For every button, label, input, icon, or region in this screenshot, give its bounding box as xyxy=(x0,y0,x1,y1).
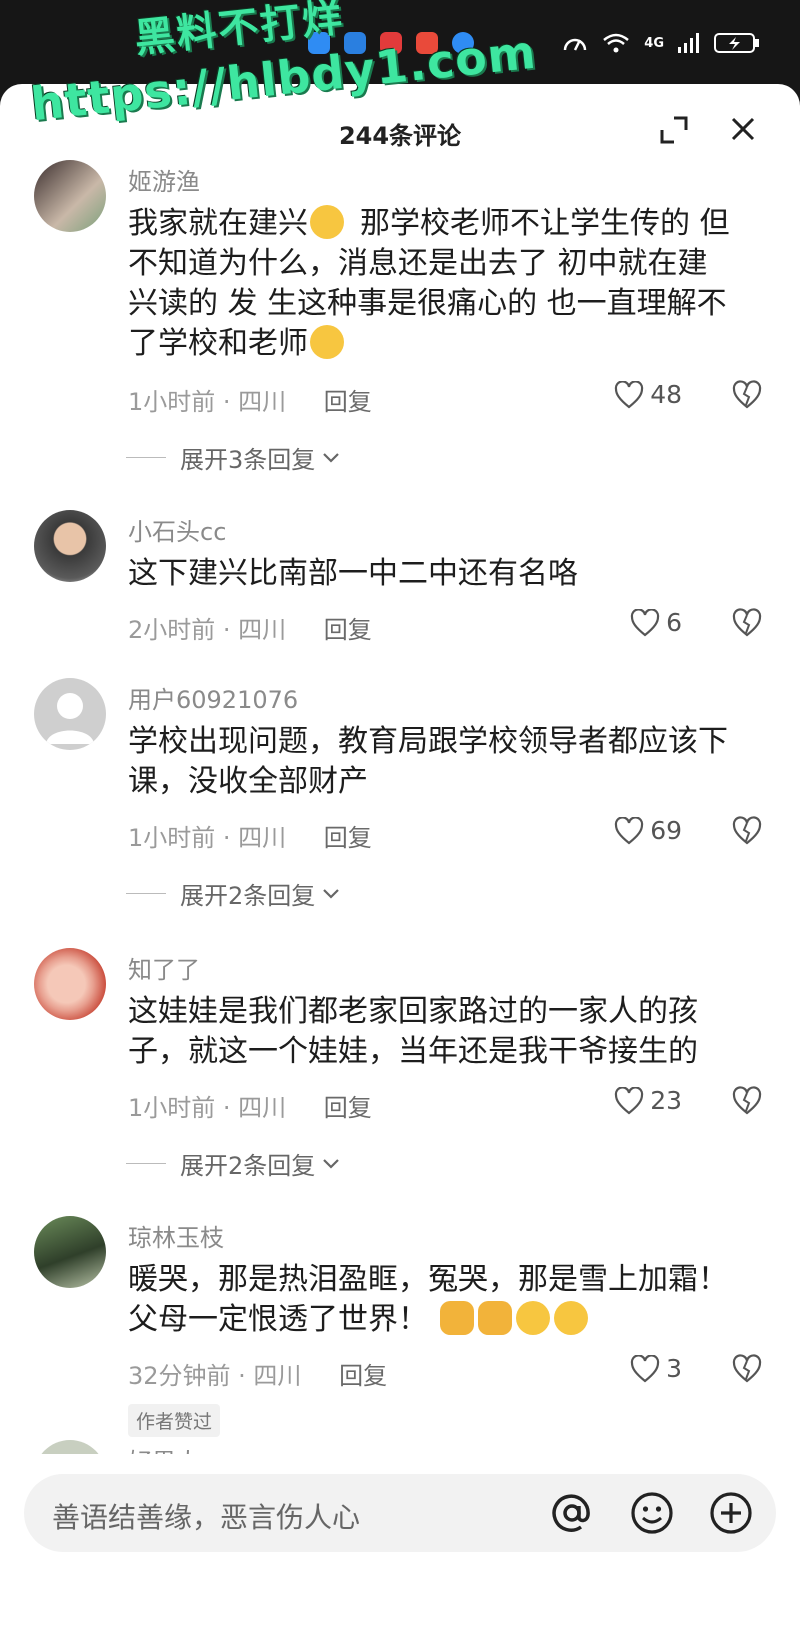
expand-replies-label: 展开3条回复 xyxy=(180,446,316,474)
avatar[interactable] xyxy=(34,1440,106,1454)
like-button[interactable]: 23 xyxy=(614,1086,682,1115)
chevron-down-icon xyxy=(323,1158,340,1169)
wifi-icon xyxy=(603,33,630,53)
comment-line: 这娃娃是我们都老家回家路过的一家人的孩 xyxy=(128,994,698,1029)
comment-line: 课，没收全部财产 xyxy=(128,764,368,799)
like-count: 48 xyxy=(650,380,682,409)
avatar[interactable] xyxy=(34,678,106,750)
comment-meta: 32分钟前 · 四川 回复 xyxy=(128,1356,387,1391)
like-button[interactable]: 6 xyxy=(630,608,682,637)
expand-replies-label: 展开2条回复 xyxy=(180,1152,316,1180)
avatar[interactable] xyxy=(34,1216,106,1288)
divider xyxy=(126,457,166,458)
smirk-emoji xyxy=(310,325,344,359)
fullscreen-icon[interactable] xyxy=(660,116,688,144)
cell-signal-icon xyxy=(678,33,699,53)
comment-author[interactable]: 知了了 xyxy=(128,950,200,985)
comment-text: 这娃娃是我们都老家回家路过的一家人的孩 子，就这一个娃娃，当年还是我干爷接生的 xyxy=(128,992,768,1072)
comment-line: 学校出现问题，教育局跟学校领导者都应该下 xyxy=(128,724,728,759)
battery-icon xyxy=(714,33,759,53)
close-icon[interactable] xyxy=(728,114,758,144)
comment-line: 这下建兴比南部一中二中还有名咯 xyxy=(128,556,578,591)
divider xyxy=(126,893,166,894)
comment-line: 父母一定恨透了世界！ xyxy=(128,1302,428,1337)
heart-icon xyxy=(615,380,644,408)
comment-time: 1小时前 · 四川 xyxy=(128,824,287,852)
chevron-down-icon xyxy=(323,888,340,899)
comment-meta: 2小时前 · 四川 回复 xyxy=(128,610,372,645)
like-button[interactable]: 3 xyxy=(630,1354,682,1383)
comment-time: 1小时前 · 四川 xyxy=(128,1094,287,1122)
comment-text: 暖哭，那是热泪盈眶，冤哭，那是雪上加霜！ 父母一定恨透了世界！ xyxy=(128,1260,768,1340)
comment-author[interactable]: 姬游渔 xyxy=(128,162,200,197)
broken-heart-icon[interactable] xyxy=(732,608,762,638)
broken-heart-icon[interactable] xyxy=(732,816,762,846)
pray-emoji xyxy=(478,1301,512,1335)
comment-input-bar: 善语结善缘，恶言伤人心 xyxy=(0,1454,800,1564)
reply-button[interactable]: 回复 xyxy=(324,388,372,416)
broken-heart-icon[interactable] xyxy=(732,1354,762,1384)
like-count: 69 xyxy=(650,816,682,845)
comment-line: 兴读的 发 生这种事是很痛心的 也一直理解不 xyxy=(128,286,727,321)
comment-input-placeholder: 善语结善缘，恶言伤人心 xyxy=(52,1501,361,1534)
emoji-icon[interactable] xyxy=(629,1490,675,1536)
teary-emoji xyxy=(310,205,344,239)
avatar[interactable] xyxy=(34,510,106,582)
comment-time: 2小时前 · 四川 xyxy=(128,616,287,644)
reply-button[interactable]: 回复 xyxy=(324,616,372,644)
broken-heart-icon[interactable] xyxy=(732,380,762,410)
signal-speed-icon xyxy=(564,38,587,51)
avatar[interactable] xyxy=(34,948,106,1020)
comment-author[interactable]: 用户60921076 xyxy=(128,680,298,715)
heart-icon xyxy=(630,608,660,636)
heart-icon xyxy=(615,1086,644,1114)
reply-button[interactable]: 回复 xyxy=(324,1094,372,1122)
comment-line: 暖哭，那是热泪盈眶，冤哭，那是雪上加霜！ xyxy=(128,1262,728,1297)
comment-author[interactable]: 小石头cc xyxy=(128,512,226,547)
comment-text: 这下建兴比南部一中二中还有名咯 xyxy=(128,554,768,594)
like-count: 6 xyxy=(666,608,682,637)
comment-author[interactable]: 好男人 xyxy=(128,1442,200,1454)
network-type: 4G xyxy=(644,35,664,51)
expand-replies-label: 展开2条回复 xyxy=(180,882,316,910)
reply-button[interactable]: 回复 xyxy=(339,1362,387,1390)
add-icon[interactable] xyxy=(708,1490,754,1536)
comment-item-partial: 好男人 xyxy=(0,1440,800,1454)
default-avatar-icon xyxy=(46,693,94,744)
broken-heart-icon[interactable] xyxy=(732,1086,762,1116)
expand-replies-button[interactable]: 展开3条回复 xyxy=(126,440,341,475)
comment-meta: 1小时前 · 四川 回复 xyxy=(128,1088,372,1123)
divider xyxy=(126,1163,166,1164)
comment-author[interactable]: 琼林玉枝 xyxy=(128,1218,224,1253)
comment-text: 学校出现问题，教育局跟学校领导者都应该下 课，没收全部财产 xyxy=(128,722,768,802)
comment-input[interactable]: 善语结善缘，恶言伤人心 xyxy=(24,1474,776,1552)
chevron-down-icon xyxy=(323,452,340,463)
comment-line: 了学校和老师 xyxy=(128,326,308,361)
comment-line: 不知道为什么，消息还是出去了 初中就在建 xyxy=(128,246,708,281)
comment-time: 1小时前 · 四川 xyxy=(128,388,287,416)
author-liked-badge: 作者赞过 xyxy=(128,1404,221,1437)
like-button[interactable]: 69 xyxy=(614,816,682,845)
like-count: 23 xyxy=(650,1086,682,1115)
reply-button[interactable]: 回复 xyxy=(324,824,372,852)
comment-line: 子，就这一个娃娃，当年还是我干爷接生的 xyxy=(128,1034,698,1069)
comment-text: 我家就在建兴 那学校老师不让学生传的 但 不知道为什么，消息还是出去了 初中就在建… xyxy=(128,204,768,364)
crying-emoji xyxy=(554,1301,588,1335)
comment-line: 我家就在建兴 xyxy=(128,206,308,241)
like-count: 3 xyxy=(666,1354,682,1383)
heart-icon xyxy=(615,816,644,844)
crying-emoji xyxy=(516,1301,550,1335)
comment-sheet: 244条评论 姬游渔 我家就在建兴 那学校老师不让学生传的 但 不知道为什么，消息… xyxy=(0,84,800,1648)
pray-emoji xyxy=(440,1301,474,1335)
at-mention-icon[interactable] xyxy=(549,1490,595,1536)
avatar[interactable] xyxy=(34,160,106,232)
comment-meta: 1小时前 · 四川 回复 xyxy=(128,382,372,417)
comment-meta: 1小时前 · 四川 回复 xyxy=(128,818,372,853)
like-button[interactable]: 48 xyxy=(614,380,682,409)
expand-replies-button[interactable]: 展开2条回复 xyxy=(126,876,341,911)
comment-time: 32分钟前 · 四川 xyxy=(128,1362,302,1390)
comment-line: 那学校老师不让学生传的 但 xyxy=(360,206,730,241)
heart-icon xyxy=(630,1354,660,1382)
expand-replies-button[interactable]: 展开2条回复 xyxy=(126,1146,341,1181)
